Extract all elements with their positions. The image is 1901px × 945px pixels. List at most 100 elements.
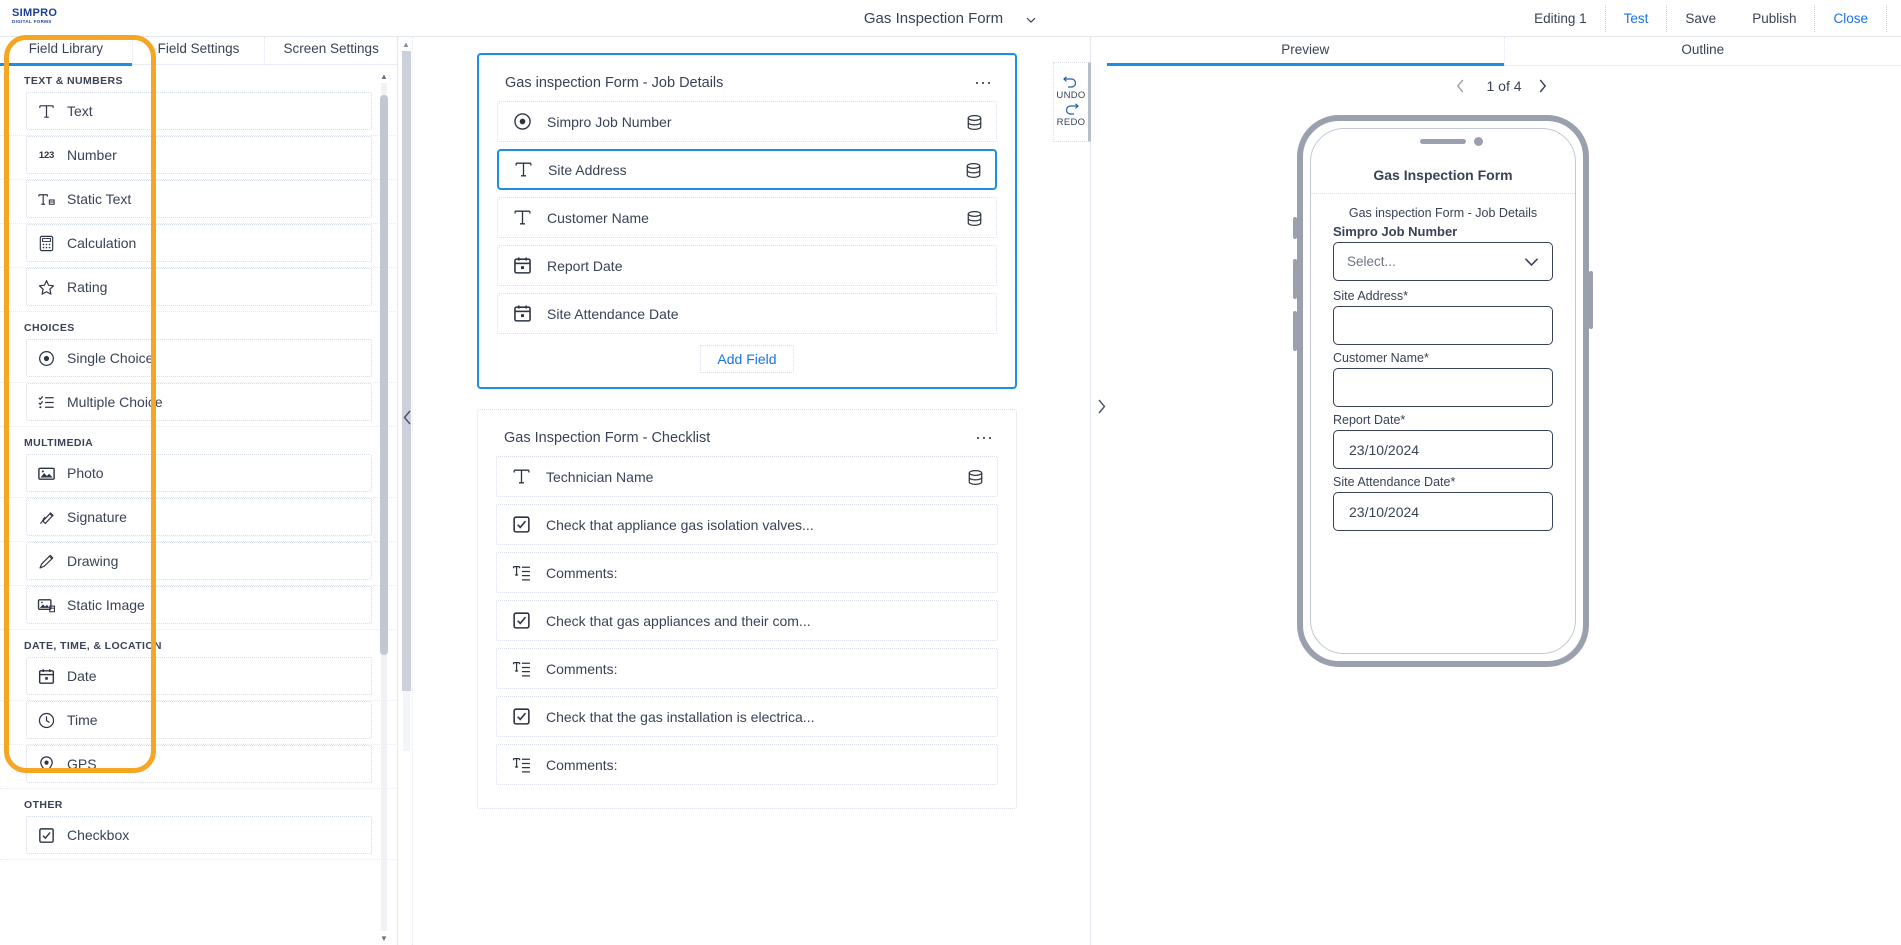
chevron-down-icon[interactable] [1025, 14, 1037, 26]
field-library-item-date[interactable]: Date [26, 657, 372, 695]
form-card[interactable]: Gas Inspection Form - Checklist ⋯ Technici… [477, 409, 1017, 809]
multiline-text-icon [511, 562, 532, 583]
field-library-item-label: Single Choice [67, 350, 154, 366]
field-library-item-rating[interactable]: Rating [26, 268, 372, 306]
form-field-row[interactable]: Customer Name [497, 197, 997, 238]
checkbox-icon [511, 610, 532, 631]
editing-status: Editing 1 [1534, 11, 1587, 26]
database-icon[interactable] [967, 469, 983, 485]
field-library-item-drawing[interactable]: Drawing [26, 542, 372, 580]
preview-textarea-field[interactable] [1333, 368, 1553, 407]
form-field-row[interactable]: Site Attendance Date [497, 293, 997, 334]
checkbox-icon [37, 826, 56, 845]
preview-pager: 1 of 4 [1107, 66, 1901, 94]
form-field-row[interactable]: Comments: [496, 552, 998, 593]
form-field-label: Technician Name [546, 468, 654, 485]
field-library-item-label: GPS [67, 756, 97, 772]
preview-field-value: 23/10/2024 [1349, 441, 1420, 458]
radio-button-icon [512, 111, 533, 132]
form-field-row[interactable]: Site Address [497, 149, 997, 190]
static-text-icon [37, 190, 56, 209]
scroll-up-icon[interactable]: ▲ [399, 37, 413, 51]
radio-button-icon [37, 349, 56, 368]
field-library-item-calculation[interactable]: Calculation [26, 224, 372, 262]
preview-select-value: Select... [1347, 254, 1396, 269]
photo-icon [37, 464, 56, 483]
multiline-text-icon [511, 754, 532, 775]
field-library-item-single-choice[interactable]: Single Choice [26, 339, 372, 377]
field-library-scrollbar[interactable]: ▲ ▼ [379, 71, 389, 943]
form-field-row[interactable]: Comments: [496, 744, 998, 785]
static-image-icon [37, 596, 56, 615]
database-icon[interactable] [965, 162, 981, 178]
field-library-item-time[interactable]: Time [26, 701, 372, 739]
field-library-item-number[interactable]: 123 Number [26, 136, 372, 174]
close-button[interactable]: Close [1814, 5, 1887, 32]
tab-screen-settings[interactable]: Screen Settings [265, 37, 397, 65]
form-field-row[interactable]: Simpro Job Number [497, 101, 997, 142]
form-field-row[interactable]: Report Date [497, 245, 997, 286]
form-field-label: Check that the gas installation is elect… [546, 708, 815, 725]
canvas-scrollbar[interactable]: ▲ [399, 37, 413, 945]
field-group-label: DATE, TIME, & LOCATION [24, 640, 162, 652]
preview-textarea-field[interactable] [1333, 306, 1553, 345]
preview-text-field[interactable]: 23/10/2024 [1333, 492, 1553, 531]
phone-volume-up-button [1293, 259, 1297, 299]
checkbox-icon [511, 706, 532, 727]
tab-outline[interactable]: Outline [1505, 37, 1901, 65]
preview-text-field[interactable]: 23/10/2024 [1333, 430, 1553, 469]
scrollbar-thumb[interactable] [380, 95, 388, 655]
field-library-item-checkbox[interactable]: Checkbox [26, 816, 372, 854]
undo-button[interactable]: UNDO [1056, 76, 1085, 101]
form-field-row[interactable]: Check that gas appliances and their com.… [496, 600, 998, 641]
redo-label: REDO [1056, 117, 1086, 128]
field-library-item-photo[interactable]: Photo [26, 454, 372, 492]
form-field-row[interactable]: Comments: [496, 648, 998, 689]
tab-field-settings[interactable]: Field Settings [133, 37, 266, 65]
pager-prev-chevron-left-icon[interactable] [1456, 79, 1470, 93]
scroll-down-icon[interactable]: ▼ [379, 933, 389, 943]
scroll-up-icon[interactable]: ▲ [379, 71, 389, 81]
field-library-item-multiple-choice[interactable]: Multiple Choice [26, 383, 372, 421]
field-library-item-static-text[interactable]: Static Text [26, 180, 372, 218]
calendar-icon [37, 667, 56, 686]
field-library-item-label: Text [67, 103, 93, 119]
scrollbar-thumb[interactable] [402, 51, 411, 691]
preview-select-field[interactable]: Select... [1333, 242, 1553, 281]
field-library-item-text[interactable]: Text [26, 92, 372, 130]
field-library-item-gps[interactable]: GPS [26, 745, 372, 783]
form-field-row[interactable]: Check that the gas installation is elect… [496, 696, 998, 737]
field-library-item-label: Static Image [67, 597, 145, 613]
preview-field-label: Site Attendance Date* [1333, 475, 1456, 489]
field-library-item-static-image[interactable]: Static Image [26, 586, 372, 624]
form-field-label: Comments: [546, 756, 618, 773]
clock-icon [37, 711, 56, 730]
pager-next-chevron-right-icon[interactable] [1538, 79, 1552, 93]
collapse-left-chevron-left-icon[interactable] [400, 405, 414, 429]
right-panel: Preview Outline 1 of 4 Gas Inspection Fo… [1107, 37, 1901, 945]
test-button[interactable]: Test [1604, 5, 1668, 32]
signature-pen-icon [37, 508, 56, 527]
save-button[interactable]: Save [1667, 5, 1734, 32]
form-card[interactable]: Gas inspection Form - Job Details ⋯ Simpro… [477, 53, 1017, 389]
tab-preview[interactable]: Preview [1107, 37, 1505, 66]
history-panel: UNDO REDO [1053, 62, 1091, 142]
preview-form-body: Gas inspection Form - Job Details Simpro … [1311, 194, 1575, 531]
tab-field-library[interactable]: Field Library [0, 37, 133, 66]
field-library-item-signature[interactable]: Signature [26, 498, 372, 536]
add-field-button[interactable]: Add Field [497, 341, 997, 373]
ellipsis-icon[interactable]: ⋯ [975, 429, 994, 447]
form-field-row[interactable]: Technician Name [496, 456, 998, 497]
form-field-row[interactable]: Check that appliance gas isolation valve… [496, 504, 998, 545]
database-icon[interactable] [966, 210, 982, 226]
publish-button[interactable]: Publish [1734, 5, 1814, 32]
field-group-label: TEXT & NUMBERS [24, 75, 123, 87]
ellipsis-icon[interactable]: ⋯ [974, 74, 993, 92]
collapse-right-chevron-right-icon[interactable] [1094, 394, 1108, 418]
redo-button[interactable]: REDO [1057, 103, 1086, 128]
field-library-item-label: Signature [67, 509, 127, 525]
preview-field-label: Report Date* [1333, 413, 1406, 427]
field-library-item-label: Drawing [67, 553, 119, 569]
phone-screen: Gas Inspection Form Gas inspection Form … [1310, 128, 1576, 654]
database-icon[interactable] [966, 114, 982, 130]
